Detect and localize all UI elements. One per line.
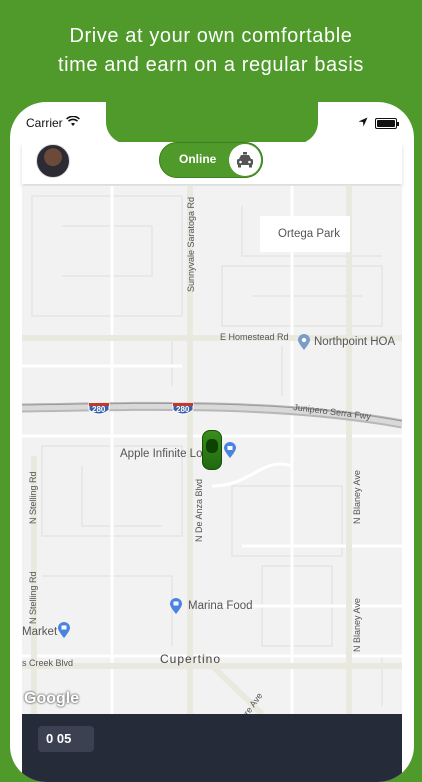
northpoint-pin-icon — [298, 334, 310, 350]
bottom-chip[interactable]: 0 05 — [38, 726, 94, 752]
marina-food-pin-icon — [170, 598, 182, 614]
map-view[interactable]: Ortega Park Sunnyvale Saratoga Rd E Home… — [22, 186, 402, 714]
label-stelling-rd-2: N Stelling Rd — [28, 571, 38, 624]
bottom-panel: 0 05 — [22, 714, 402, 782]
taxi-icon — [237, 152, 253, 168]
phone-notch — [106, 102, 318, 144]
route-280-shield-right: 280 — [172, 402, 194, 416]
online-status-toggle[interactable]: Online — [159, 142, 263, 178]
toggle-knob — [229, 144, 261, 176]
phone-frame: Carrier Online Ortega Park Sunnyvale Sar… — [10, 102, 414, 782]
promo-line-2: time and earn on a regular basis — [57, 54, 365, 76]
label-cupertino: Cupertino — [160, 652, 222, 666]
driver-car-marker — [202, 430, 222, 470]
avatar[interactable] — [36, 144, 70, 178]
route-280-label-right: 280 — [176, 405, 190, 414]
label-stelling-rd-1: N Stelling Rd — [28, 471, 38, 524]
route-280-label-left: 280 — [92, 405, 106, 414]
label-blaney-ave-1: N Blaney Ave — [352, 470, 362, 524]
apple-pin-icon — [224, 442, 236, 458]
promo-banner: Drive at your own comfortable time and e… — [0, 22, 422, 80]
label-blaney-ave-2: N Blaney Ave — [352, 598, 362, 652]
label-ortega-park: Ortega Park — [278, 228, 340, 240]
toggle-label: Online — [179, 152, 217, 166]
label-homestead-rd: E Homestead Rd — [220, 332, 289, 342]
route-280-shield-left: 280 — [88, 402, 110, 416]
app-header: Online — [22, 142, 402, 184]
promo-line-1: Drive at your own comfortable — [69, 25, 353, 47]
battery-icon — [375, 118, 399, 129]
label-northpoint-hoa: Northpoint HOA — [314, 336, 396, 348]
wifi-icon — [66, 116, 80, 126]
label-marina-food: Marina Food — [188, 600, 253, 612]
label-market: Market — [22, 626, 58, 638]
label-apple-infinite-loop: Apple Infinite Lo — [120, 448, 203, 460]
label-creek-blvd: s Creek Blvd — [22, 658, 74, 668]
label-sunnyvale-saratoga-rd: Sunnyvale Saratoga Rd — [186, 196, 196, 292]
ortega-park-area: Ortega Park — [260, 216, 350, 252]
location-arrow-icon — [358, 117, 368, 127]
market-pin-icon — [58, 622, 70, 638]
label-de-anza-blvd: N De Anza Blvd — [194, 478, 204, 542]
carrier-label: Carrier — [26, 116, 63, 130]
map-attribution: Google — [24, 690, 80, 707]
